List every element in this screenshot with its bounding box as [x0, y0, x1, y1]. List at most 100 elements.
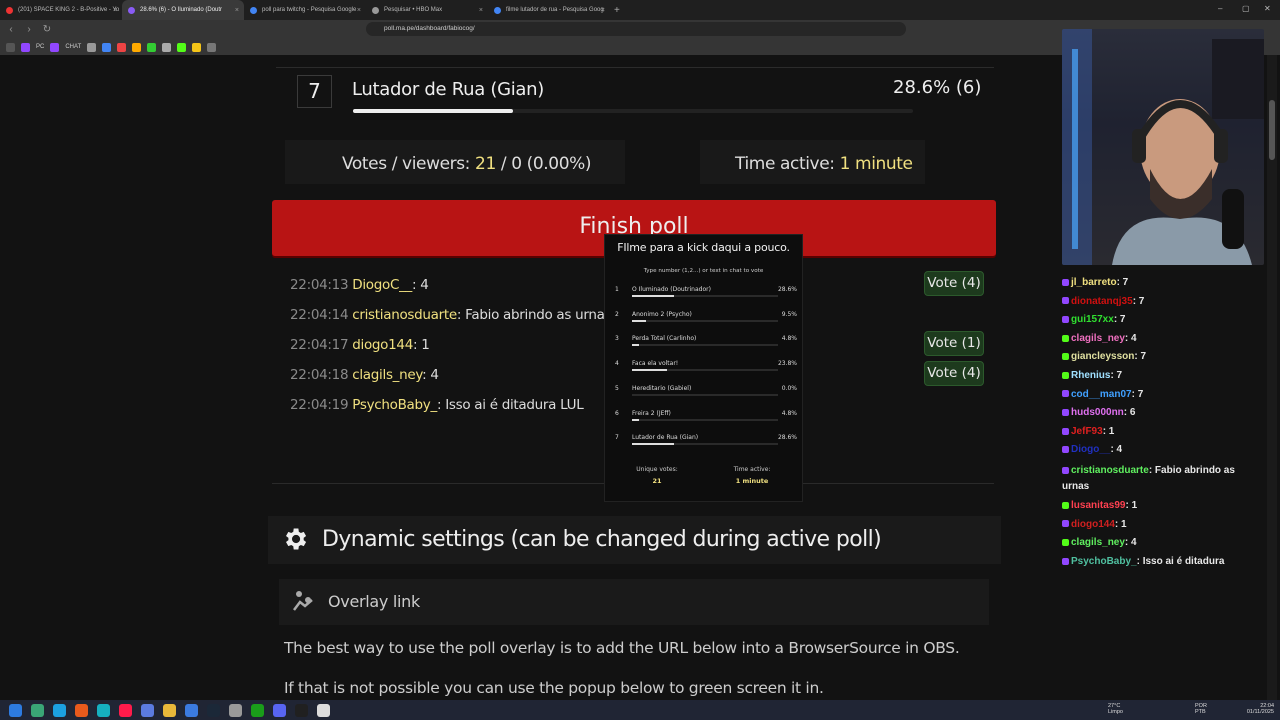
stream-chat-username[interactable]: gui157xx [1071, 314, 1114, 325]
vote-button[interactable]: Vote (4) [924, 361, 984, 386]
folder-icon[interactable] [163, 703, 176, 717]
close-tab-icon[interactable]: × [479, 7, 483, 14]
minimize-icon[interactable]: – [1218, 4, 1222, 13]
app-icon[interactable] [317, 703, 330, 717]
close-tab-icon[interactable]: × [357, 7, 361, 14]
stream-chat-username[interactable]: jl_barreto [1071, 277, 1117, 288]
close-tab-icon[interactable]: × [113, 7, 117, 14]
browser-tab[interactable]: poll para twitchg - Pesquisa Google × [244, 0, 366, 20]
stream-chat-username[interactable]: lusanitas99 [1071, 500, 1125, 511]
chat-log-row: 22:04:19 PsychoBaby_: Isso ai é ditadura… [290, 397, 584, 413]
brave-icon[interactable] [75, 703, 88, 717]
chat-message: : 4 [422, 367, 439, 383]
maximize-icon[interactable]: ▢ [1242, 4, 1250, 13]
scrollbar-thumb[interactable] [1269, 100, 1275, 160]
overlay-option-label: Anonimo 2 (Psycho) [632, 310, 692, 318]
overlay-title: FIlme para a kick daqui a pouco. [617, 241, 790, 254]
bookmark-icon[interactable] [162, 42, 172, 52]
stream-chat-username[interactable]: cod__man07 [1071, 389, 1132, 400]
discord-icon[interactable] [273, 703, 286, 717]
keyboard-layout: PTB [1195, 709, 1206, 715]
stream-chat-message: huds000nn: 6 [1062, 407, 1135, 418]
stream-chat-text: : 7 [1110, 370, 1123, 381]
back-icon[interactable]: ‹ [4, 24, 18, 35]
user-badge-icon [1062, 278, 1069, 286]
bookmark-icon[interactable] [21, 42, 30, 52]
stream-chat-username[interactable]: clagils_ney [1071, 537, 1125, 548]
opera-icon[interactable] [119, 703, 132, 717]
bookmark-icon[interactable] [102, 42, 112, 52]
chat-log-row: 22:04:14 cristianosduarte: Fabio abrindo… [290, 307, 612, 323]
chat-message: : Isso ai é ditadura LUL [436, 397, 584, 413]
browser-tab[interactable]: 28.6% (6) - O Iluminado (Doutr × [122, 0, 244, 20]
overlay-option-label: Freira 2 (JEff) [632, 409, 671, 417]
overlay-option-fill [632, 295, 674, 297]
bookmark-icon[interactable] [177, 42, 187, 52]
stream-chat-message: PsychoBaby_: Isso ai é ditadura [1062, 556, 1224, 567]
overlay-link-label[interactable]: Overlay link [328, 592, 420, 611]
tab-favicon-icon [494, 6, 501, 14]
new-tab-icon[interactable]: + [614, 5, 620, 16]
vote-button[interactable]: Vote (1) [924, 331, 984, 356]
overlay-hint: Type number (1,2...) or text in chat to … [643, 268, 764, 274]
overlay-option-fill [632, 418, 639, 421]
close-tab-icon[interactable]: × [601, 7, 605, 14]
weather[interactable]: 27°C Limpo [1108, 703, 1123, 715]
address-bar[interactable] [366, 22, 906, 36]
stream-chat-message: JefF93: 1 [1062, 426, 1114, 437]
bookmark-pc[interactable]: PC [36, 44, 44, 50]
stream-chat-username[interactable]: Rhenius [1071, 370, 1110, 381]
stream-chat-username[interactable]: Diogo__ [1071, 444, 1110, 455]
bookmark-icon[interactable] [50, 42, 60, 52]
app-icon[interactable] [229, 703, 242, 717]
overlay-option-row: 2 Anonimo 2 (Psycho) 9.5% [615, 311, 797, 335]
browser-tab[interactable]: (201) SPACE KING 2 - B-Positive - Yo × [0, 0, 122, 20]
app-icon[interactable] [141, 703, 154, 717]
bookmark-icon[interactable] [147, 42, 157, 52]
browser-tab[interactable]: filme lutador de rua - Pesquisa Goog × [488, 0, 610, 20]
forward-icon[interactable]: › [22, 24, 36, 35]
edge-icon[interactable] [53, 703, 66, 717]
stream-chat-message: cod__man07: 7 [1062, 389, 1143, 400]
stream-chat-text: : 4 [1124, 332, 1137, 344]
user-badge-icon [1062, 427, 1069, 435]
overlay-instructions: The best way to use the poll overlay is … [284, 639, 960, 657]
chat-message: : 1 [413, 337, 430, 353]
stream-chat-username[interactable]: clagils_ney [1071, 333, 1125, 344]
stream-chat-username[interactable]: PsychoBaby_ [1071, 556, 1137, 567]
close-tab-icon[interactable]: × [235, 7, 239, 14]
reload-icon[interactable]: ↻ [40, 24, 54, 35]
user-badge-icon [1062, 466, 1069, 474]
user-badge-icon [1062, 353, 1069, 361]
overlay-option-label: Perda Total (Carlinho) [632, 335, 697, 343]
windows-start-icon[interactable] [9, 703, 22, 717]
overlay-option-bar [632, 295, 778, 297]
stream-chat-username[interactable]: dionatanqj35 [1071, 296, 1133, 307]
stream-chat-username[interactable]: cristianosduarte [1071, 465, 1149, 476]
obs-icon[interactable] [295, 703, 308, 717]
bookmark-icon[interactable] [132, 42, 142, 52]
bookmark-icon[interactable] [87, 42, 97, 52]
stream-chat-username[interactable]: giancleysson [1071, 351, 1134, 362]
overlay-option-number: 3 [615, 335, 619, 343]
bookmark-icon[interactable] [117, 42, 127, 52]
language-indicator[interactable]: POR PTB [1195, 703, 1207, 715]
close-window-icon[interactable]: ✕ [1264, 4, 1271, 13]
widgets-icon[interactable] [31, 703, 44, 717]
bookmark-icon[interactable] [207, 42, 217, 52]
vote-button[interactable]: Vote (4) [924, 271, 984, 296]
stream-chat-username[interactable]: huds000nn [1071, 407, 1124, 418]
bookmark-chat[interactable]: CHAT [65, 44, 81, 50]
stream-chat-username[interactable]: diogo144 [1071, 519, 1115, 530]
clock[interactable]: 22:04 01/11/2025 [1238, 703, 1274, 715]
chat-time: 22:04:18 [290, 367, 349, 383]
store-icon[interactable] [185, 703, 198, 717]
stream-chat-username[interactable]: JefF93 [1071, 426, 1103, 437]
browser-tab[interactable]: Pesquisar • HBO Max × [366, 0, 488, 20]
apps-icon[interactable] [6, 42, 15, 52]
app-icon[interactable] [97, 703, 110, 717]
bookmark-icon[interactable] [192, 42, 202, 52]
steam-icon[interactable] [207, 703, 220, 717]
xbox-icon[interactable] [251, 703, 264, 717]
stream-chat-message: dionatanqj35: 7 [1062, 296, 1144, 307]
